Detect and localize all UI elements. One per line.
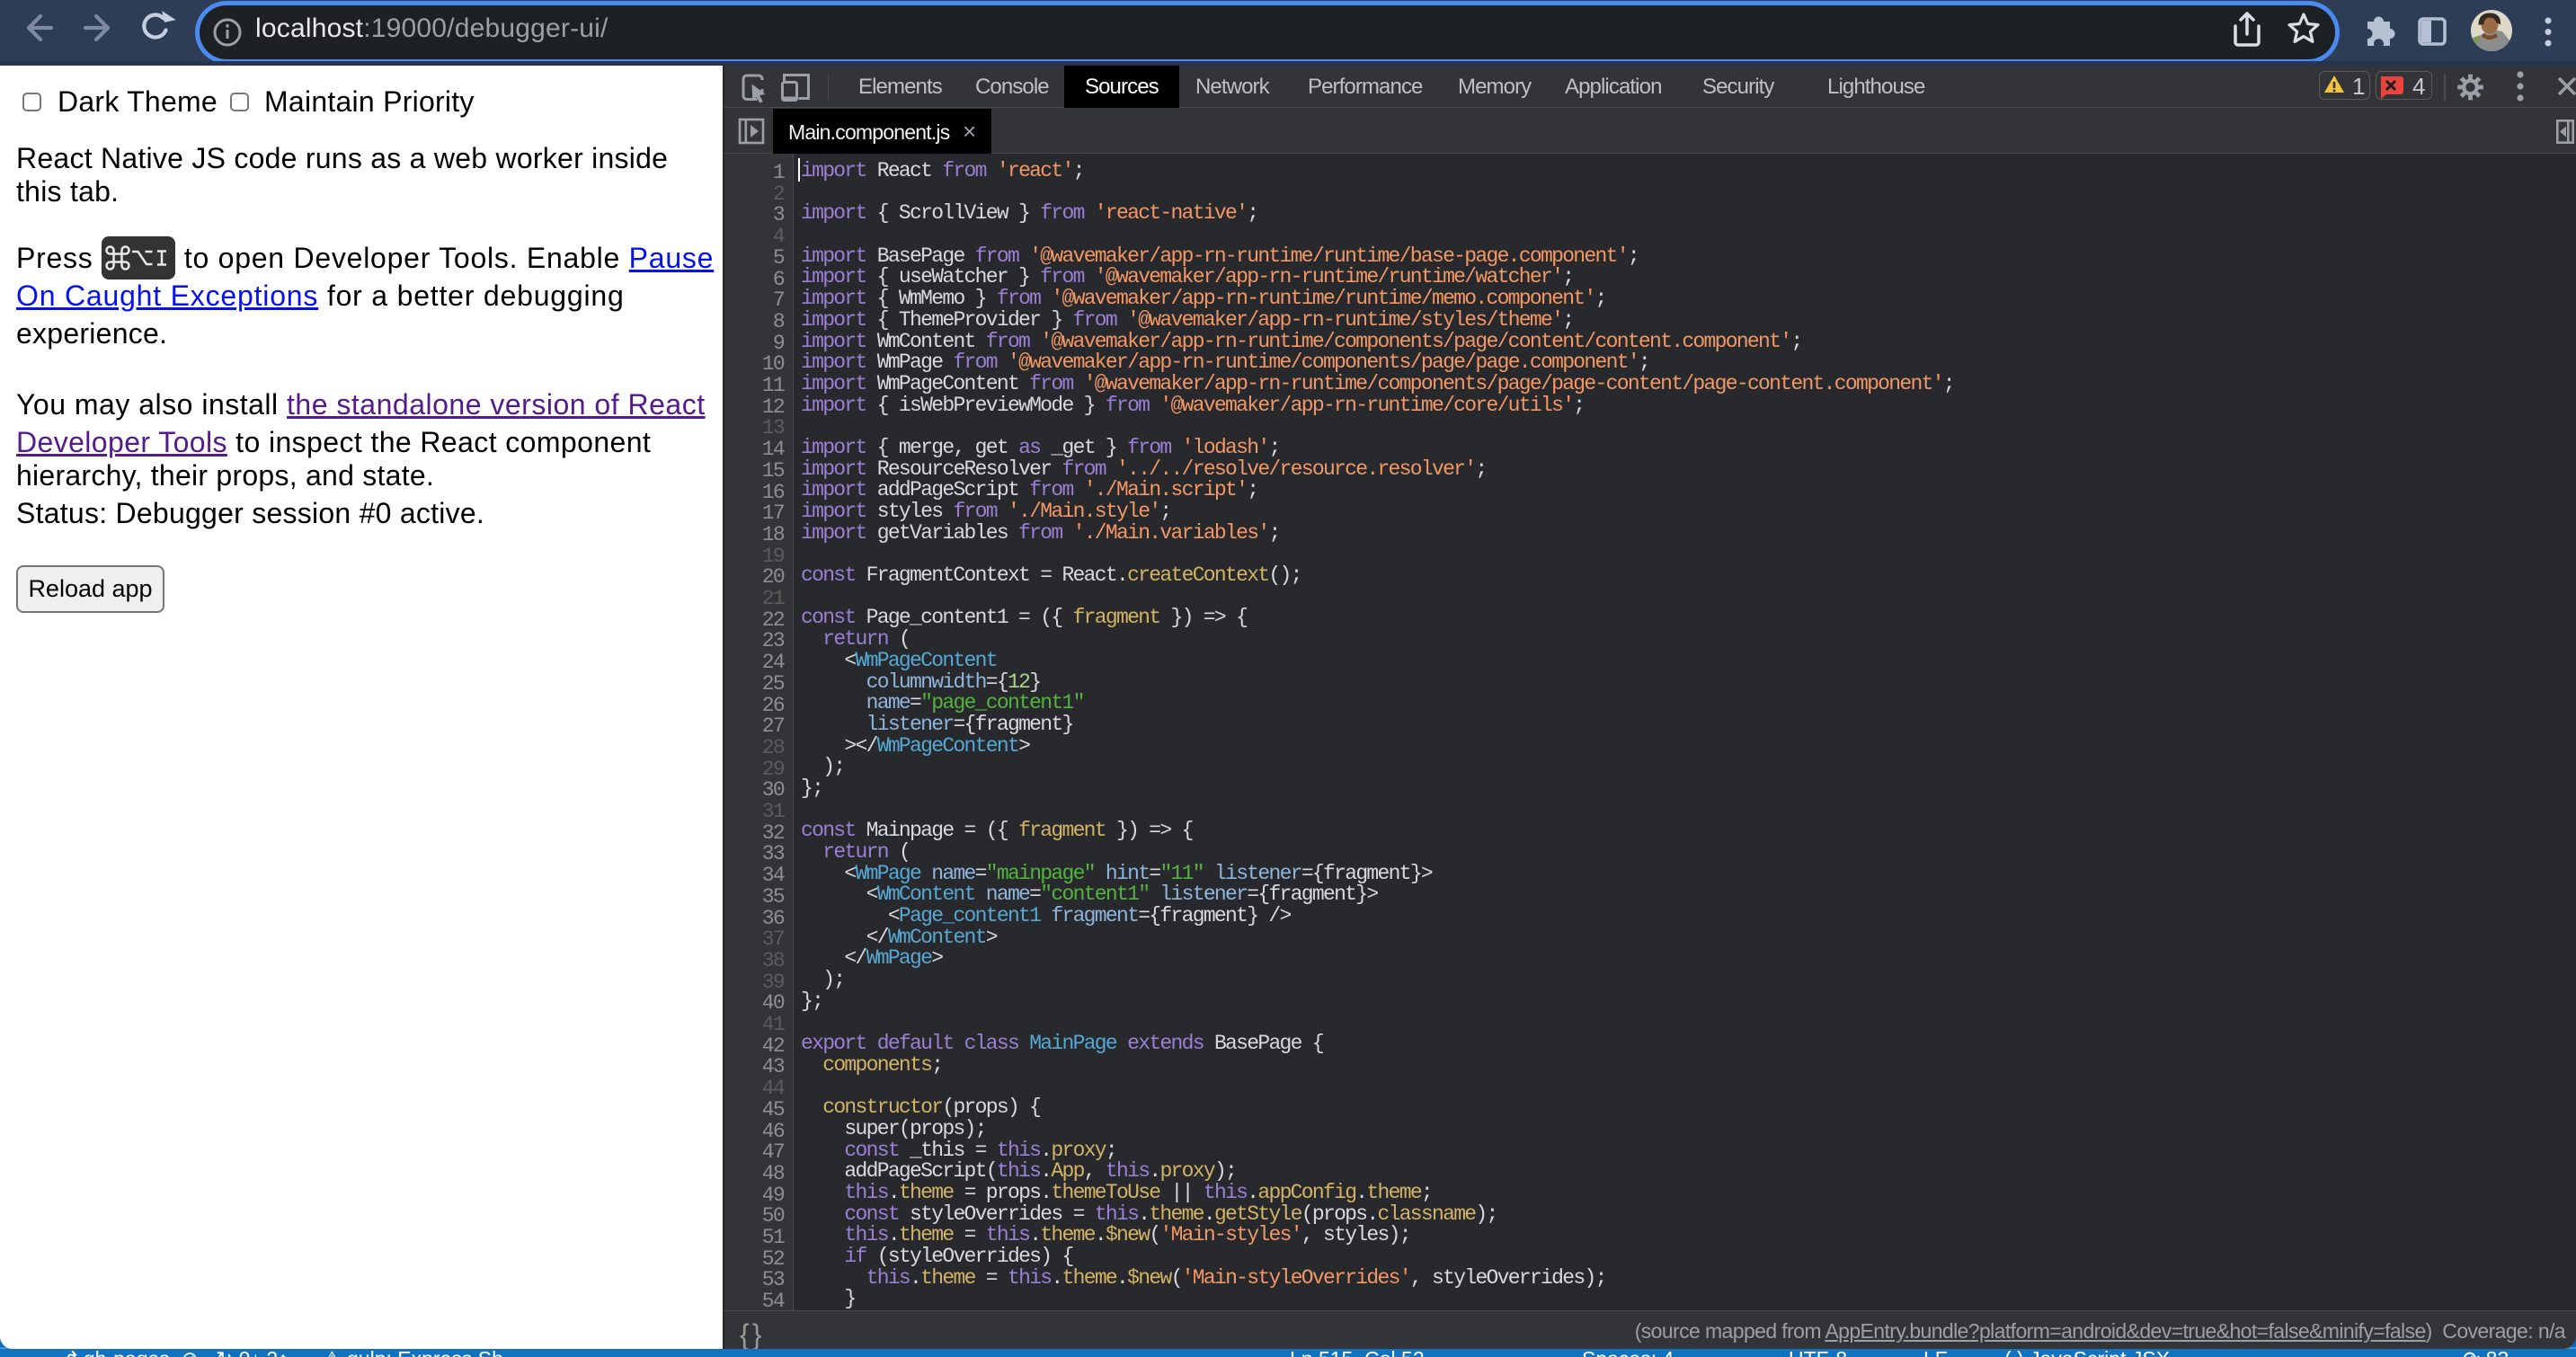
svg-text:1: 1 (2352, 73, 2365, 100)
svg-text:4: 4 (2412, 73, 2425, 100)
